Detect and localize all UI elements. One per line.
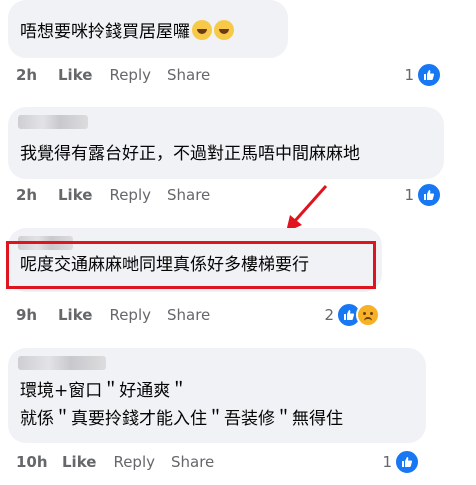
reaction-count[interactable]: 1 (382, 449, 420, 475)
comment-text-line: 環境+窗口＂好通爽＂ (20, 381, 188, 401)
reaction-count-number: 1 (382, 453, 392, 471)
share-button[interactable]: Share (167, 306, 210, 324)
reaction-count-number: 2 (324, 306, 334, 324)
reaction-count[interactable]: 2 (324, 302, 380, 328)
comment-actions: 10h Like Reply Share (16, 450, 214, 474)
share-button[interactable]: Share (171, 453, 214, 471)
reply-button[interactable]: Reply (109, 306, 151, 324)
like-button[interactable]: Like (58, 306, 92, 324)
like-button[interactable]: Like (62, 453, 96, 471)
blurred-username[interactable] (18, 356, 106, 370)
comment-bubble: 環境+窗口＂好通爽＂ 就係＂真要拎錢才能入住＂吾装修＂無得住 (8, 348, 426, 443)
like-reaction-icon (394, 449, 420, 475)
sad-reaction-icon (356, 303, 380, 327)
comment-time[interactable]: 10h (16, 453, 56, 471)
comment-actions: 9h Like Reply Share (16, 303, 210, 327)
reply-button[interactable]: Reply (113, 453, 155, 471)
highlight-box (6, 241, 376, 289)
comment-time[interactable]: 9h (16, 306, 50, 324)
comment-text-line: 就係＂真要拎錢才能入住＂吾装修＂無得住 (20, 409, 343, 429)
